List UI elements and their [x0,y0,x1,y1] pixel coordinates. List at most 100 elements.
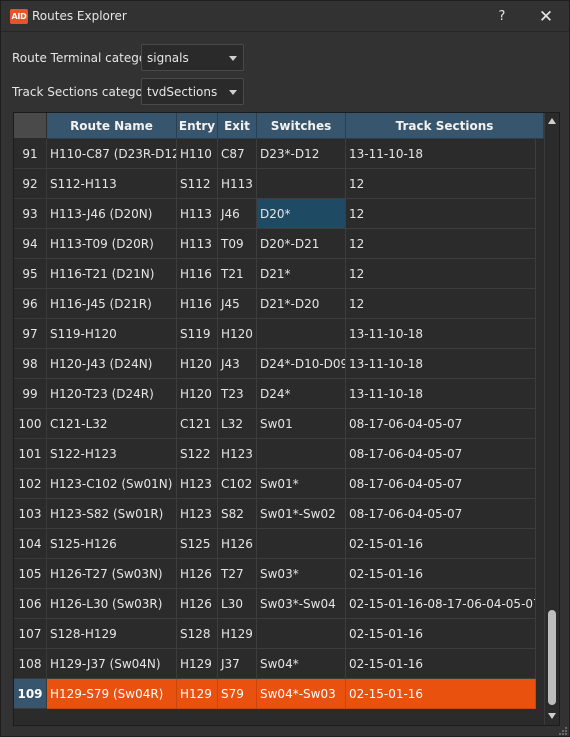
column-header-switches[interactable]: Switches [257,113,346,139]
cell-entry[interactable]: H123 [177,499,218,529]
row-header[interactable]: 95 [14,259,47,289]
cell-entry[interactable]: S119 [177,319,218,349]
cell-route-name[interactable]: H113-T09 (D20R) [47,229,177,259]
table-row[interactable]: 100 C121-L32 C121 L32 Sw01 08-17-06-04-05-07 [14,409,544,439]
cell-entry[interactable]: H120 [177,379,218,409]
cell-track-sections[interactable]: 02-15-01-16-08-17-06-04-05-07 [346,589,536,619]
cell-entry[interactable]: H129 [177,649,218,679]
cell-track-sections[interactable]: 12 [346,169,536,199]
row-header[interactable]: 98 [14,349,47,379]
cell-route-name[interactable]: S119-H120 [47,319,177,349]
row-header[interactable]: 103 [14,499,47,529]
cell-route-name[interactable]: H116-J45 (D21R) [47,289,177,319]
cell-track-sections[interactable]: 13-11-10-18 [346,349,536,379]
cell-track-sections[interactable]: 13-11-10-18 [346,139,536,169]
cell-exit[interactable]: J45 [218,289,257,319]
table-row[interactable]: 98 H120-J43 (D24N) H120 J43 D24*-D10-D09 13-1… [14,349,544,379]
cell-entry[interactable]: H116 [177,259,218,289]
cell-exit[interactable]: L30 [218,589,257,619]
cell-route-name[interactable]: H126-T27 (Sw03N) [47,559,177,589]
vertical-scrollbar[interactable] [544,113,559,725]
cell-exit[interactable]: T27 [218,559,257,589]
cell-track-sections[interactable]: 12 [346,259,536,289]
column-header-exit[interactable]: Exit [218,113,257,139]
cell-route-name[interactable]: H129-S79 (Sw04R) [47,679,177,709]
cell-track-sections[interactable]: 08-17-06-04-05-07 [346,469,536,499]
cell-route-name[interactable]: H113-J46 (D20N) [47,199,177,229]
cell-track-sections[interactable]: 12 [346,289,536,319]
column-header-route-name[interactable]: Route Name [47,113,177,139]
cell-route-name[interactable]: H126-L30 (Sw03R) [47,589,177,619]
cell-switches[interactable]: Sw03*-Sw04 [257,589,346,619]
cell-entry[interactable]: H110 [177,139,218,169]
row-header[interactable]: 100 [14,409,47,439]
table-corner-button[interactable] [14,113,47,139]
table-row[interactable]: 95 H116-T21 (D21N) H116 T21 D21* 12 [14,259,544,289]
cell-exit[interactable]: L32 [218,409,257,439]
table-row[interactable]: 109 H129-S79 (Sw04R) H129 S79 Sw04*-Sw03 02-1… [14,679,544,709]
cell-entry[interactable]: H126 [177,559,218,589]
cell-entry[interactable]: H126 [177,589,218,619]
cell-route-name[interactable]: C121-L32 [47,409,177,439]
cell-switches[interactable] [257,439,346,469]
cell-entry[interactable]: H116 [177,289,218,319]
cell-track-sections[interactable]: 02-15-01-16 [346,649,536,679]
row-header[interactable]: 105 [14,559,47,589]
row-header[interactable]: 101 [14,439,47,469]
cell-track-sections[interactable]: 12 [346,199,536,229]
row-header[interactable]: 92 [14,169,47,199]
cell-exit[interactable]: J37 [218,649,257,679]
cell-track-sections[interactable]: 13-11-10-18 [346,319,536,349]
row-header[interactable]: 107 [14,619,47,649]
cell-route-name[interactable]: H120-J43 (D24N) [47,349,177,379]
cell-track-sections[interactable]: 08-17-06-04-05-07 [346,439,536,469]
cell-switches[interactable]: D23*-D12 [257,139,346,169]
table-row[interactable]: 94 H113-T09 (D20R) H113 T09 D20*-D21 12 [14,229,544,259]
cell-track-sections[interactable]: 02-15-01-16 [346,679,536,709]
cell-exit[interactable]: H129 [218,619,257,649]
cell-switches[interactable]: D24* [257,379,346,409]
cell-track-sections[interactable]: 02-15-01-16 [346,559,536,589]
row-header[interactable]: 108 [14,649,47,679]
cell-switches[interactable]: Sw04*-Sw03 [257,679,346,709]
cell-entry[interactable]: H123 [177,469,218,499]
resize-grip-icon[interactable] [557,725,567,735]
cell-entry[interactable]: S122 [177,439,218,469]
cell-route-name[interactable]: H116-T21 (D21N) [47,259,177,289]
row-header[interactable]: 91 [14,139,47,169]
table-row[interactable]: 93 H113-J46 (D20N) H113 J46 D20* 12 [14,199,544,229]
table-row[interactable]: 97 S119-H120 S119 H120 13-11-10-18 [14,319,544,349]
cell-entry[interactable]: H113 [177,229,218,259]
table-row[interactable]: 107 S128-H129 S128 H129 02-15-01-16 [14,619,544,649]
cell-exit[interactable]: C87 [218,139,257,169]
cell-track-sections[interactable]: 08-17-06-04-05-07 [346,409,536,439]
table-row[interactable]: 104 S125-H126 S125 H126 02-15-01-16 [14,529,544,559]
cell-track-sections[interactable]: 02-15-01-16 [346,529,536,559]
track-sections-category-select[interactable]: tvdSections [141,78,244,105]
cell-exit[interactable]: H126 [218,529,257,559]
table-row[interactable]: 91H110-C87 (D23R-D12T)H110C87D23*-D1213-… [14,139,544,169]
cell-switches[interactable] [257,529,346,559]
cell-switches[interactable]: Sw04* [257,649,346,679]
cell-switches[interactable]: D20* [257,199,346,229]
cell-exit[interactable]: H120 [218,319,257,349]
cell-exit[interactable]: J43 [218,349,257,379]
row-header[interactable]: 102 [14,469,47,499]
cell-switches[interactable]: D20*-D21 [257,229,346,259]
table-row[interactable]: 92 S112-H113 S112 H113 12 [14,169,544,199]
scrollbar-thumb[interactable] [548,610,556,705]
row-header[interactable]: 109 [14,679,47,709]
row-header[interactable]: 106 [14,589,47,619]
row-header[interactable]: 94 [14,229,47,259]
cell-exit[interactable]: C102 [218,469,257,499]
row-header[interactable]: 99 [14,379,47,409]
cell-route-name[interactable]: H123-S82 (Sw01R) [47,499,177,529]
cell-entry[interactable]: H113 [177,199,218,229]
cell-exit[interactable]: T21 [218,259,257,289]
cell-route-name[interactable]: H110-C87 (D23R-D12T) [47,139,177,169]
row-header[interactable]: 97 [14,319,47,349]
cell-route-name[interactable]: S122-H123 [47,439,177,469]
cell-exit[interactable]: T23 [218,379,257,409]
scroll-up-arrow-icon[interactable] [548,118,556,124]
row-header[interactable]: 104 [14,529,47,559]
